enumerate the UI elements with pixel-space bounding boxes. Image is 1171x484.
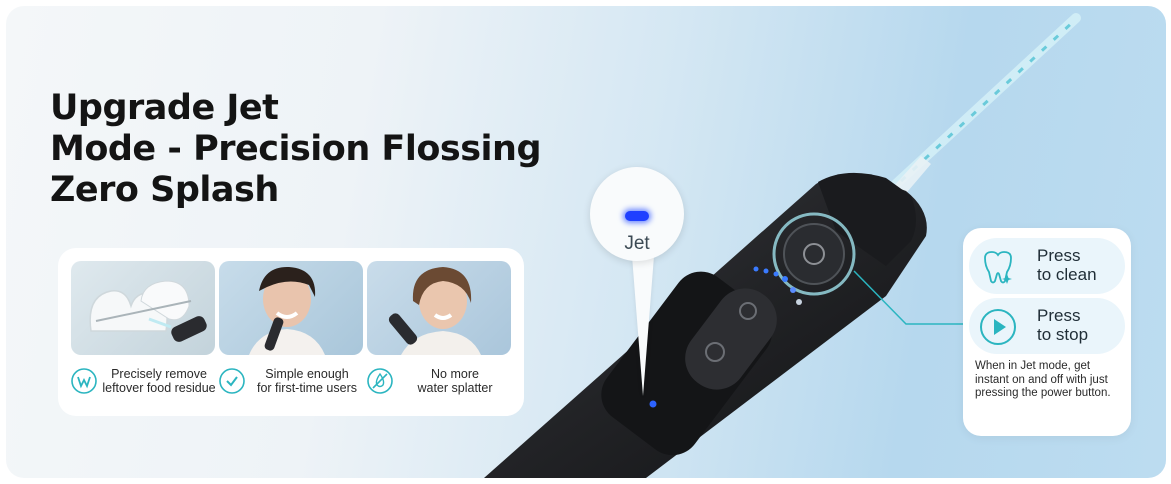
feature-caption-line-1: No more <box>431 367 479 381</box>
feature-caption-line-2: for first-time users <box>256 381 357 395</box>
feature-caption-line-1: Precisely remove <box>111 367 207 381</box>
no-splash-icon <box>367 368 393 394</box>
woman-using-flosser-photo <box>219 261 363 355</box>
play-icon <box>980 309 1016 345</box>
teeth-illustration <box>71 261 215 355</box>
feature-item: No more water splatter <box>367 261 511 395</box>
jet-led-icon <box>625 211 649 221</box>
press-to-clean-item: Press to clean <box>969 238 1125 294</box>
press-to-stop-item: Press to stop <box>969 298 1125 354</box>
feature-caption-line-1: Simple enough <box>265 367 349 381</box>
feature-item: Simple enough for first-time users <box>219 261 363 395</box>
to-clean-label: to clean <box>1037 265 1097 284</box>
feature-caption: Simple enough for first-time users <box>219 367 369 395</box>
headline-line-2: Mode - Precision Flossing <box>50 129 542 169</box>
headline-line-3: Zero Splash <box>50 170 279 210</box>
sparkle-tooth-icon <box>984 251 1012 284</box>
woman-flossing-photo <box>367 261 511 355</box>
check-circle-icon <box>219 368 245 394</box>
feature-caption: No more water splatter <box>367 367 517 395</box>
tooth-w-icon <box>71 368 97 394</box>
jet-mode-label: Jet <box>624 233 650 254</box>
feature-caption-line-2: leftover food residue <box>102 381 216 395</box>
power-button-info-card: Press to clean Press to stop When in Jet… <box>963 228 1131 436</box>
feature-caption: Precisely remove leftover food residue <box>71 367 221 395</box>
jet-callout-pointer <box>632 256 654 396</box>
jet-mode-callout: Jet <box>590 167 684 261</box>
headline: Upgrade Jet Mode - Precision Flossing Ze… <box>50 88 542 211</box>
feature-item: Precisely remove leftover food residue <box>71 261 216 395</box>
press-label: Press <box>1037 246 1081 265</box>
to-stop-label: to stop <box>1037 325 1089 344</box>
feature-card: Precisely remove leftover food residue S… <box>58 248 524 416</box>
headline-line-1: Upgrade Jet <box>50 88 279 128</box>
jet-mode-note: When in Jet mode, get instant on and off… <box>975 360 1111 399</box>
feature-caption-line-2: water splatter <box>417 381 493 395</box>
press-label: Press <box>1037 306 1081 325</box>
product-banner: Upgrade Jet Mode - Precision Flossing Ze… <box>6 6 1166 478</box>
